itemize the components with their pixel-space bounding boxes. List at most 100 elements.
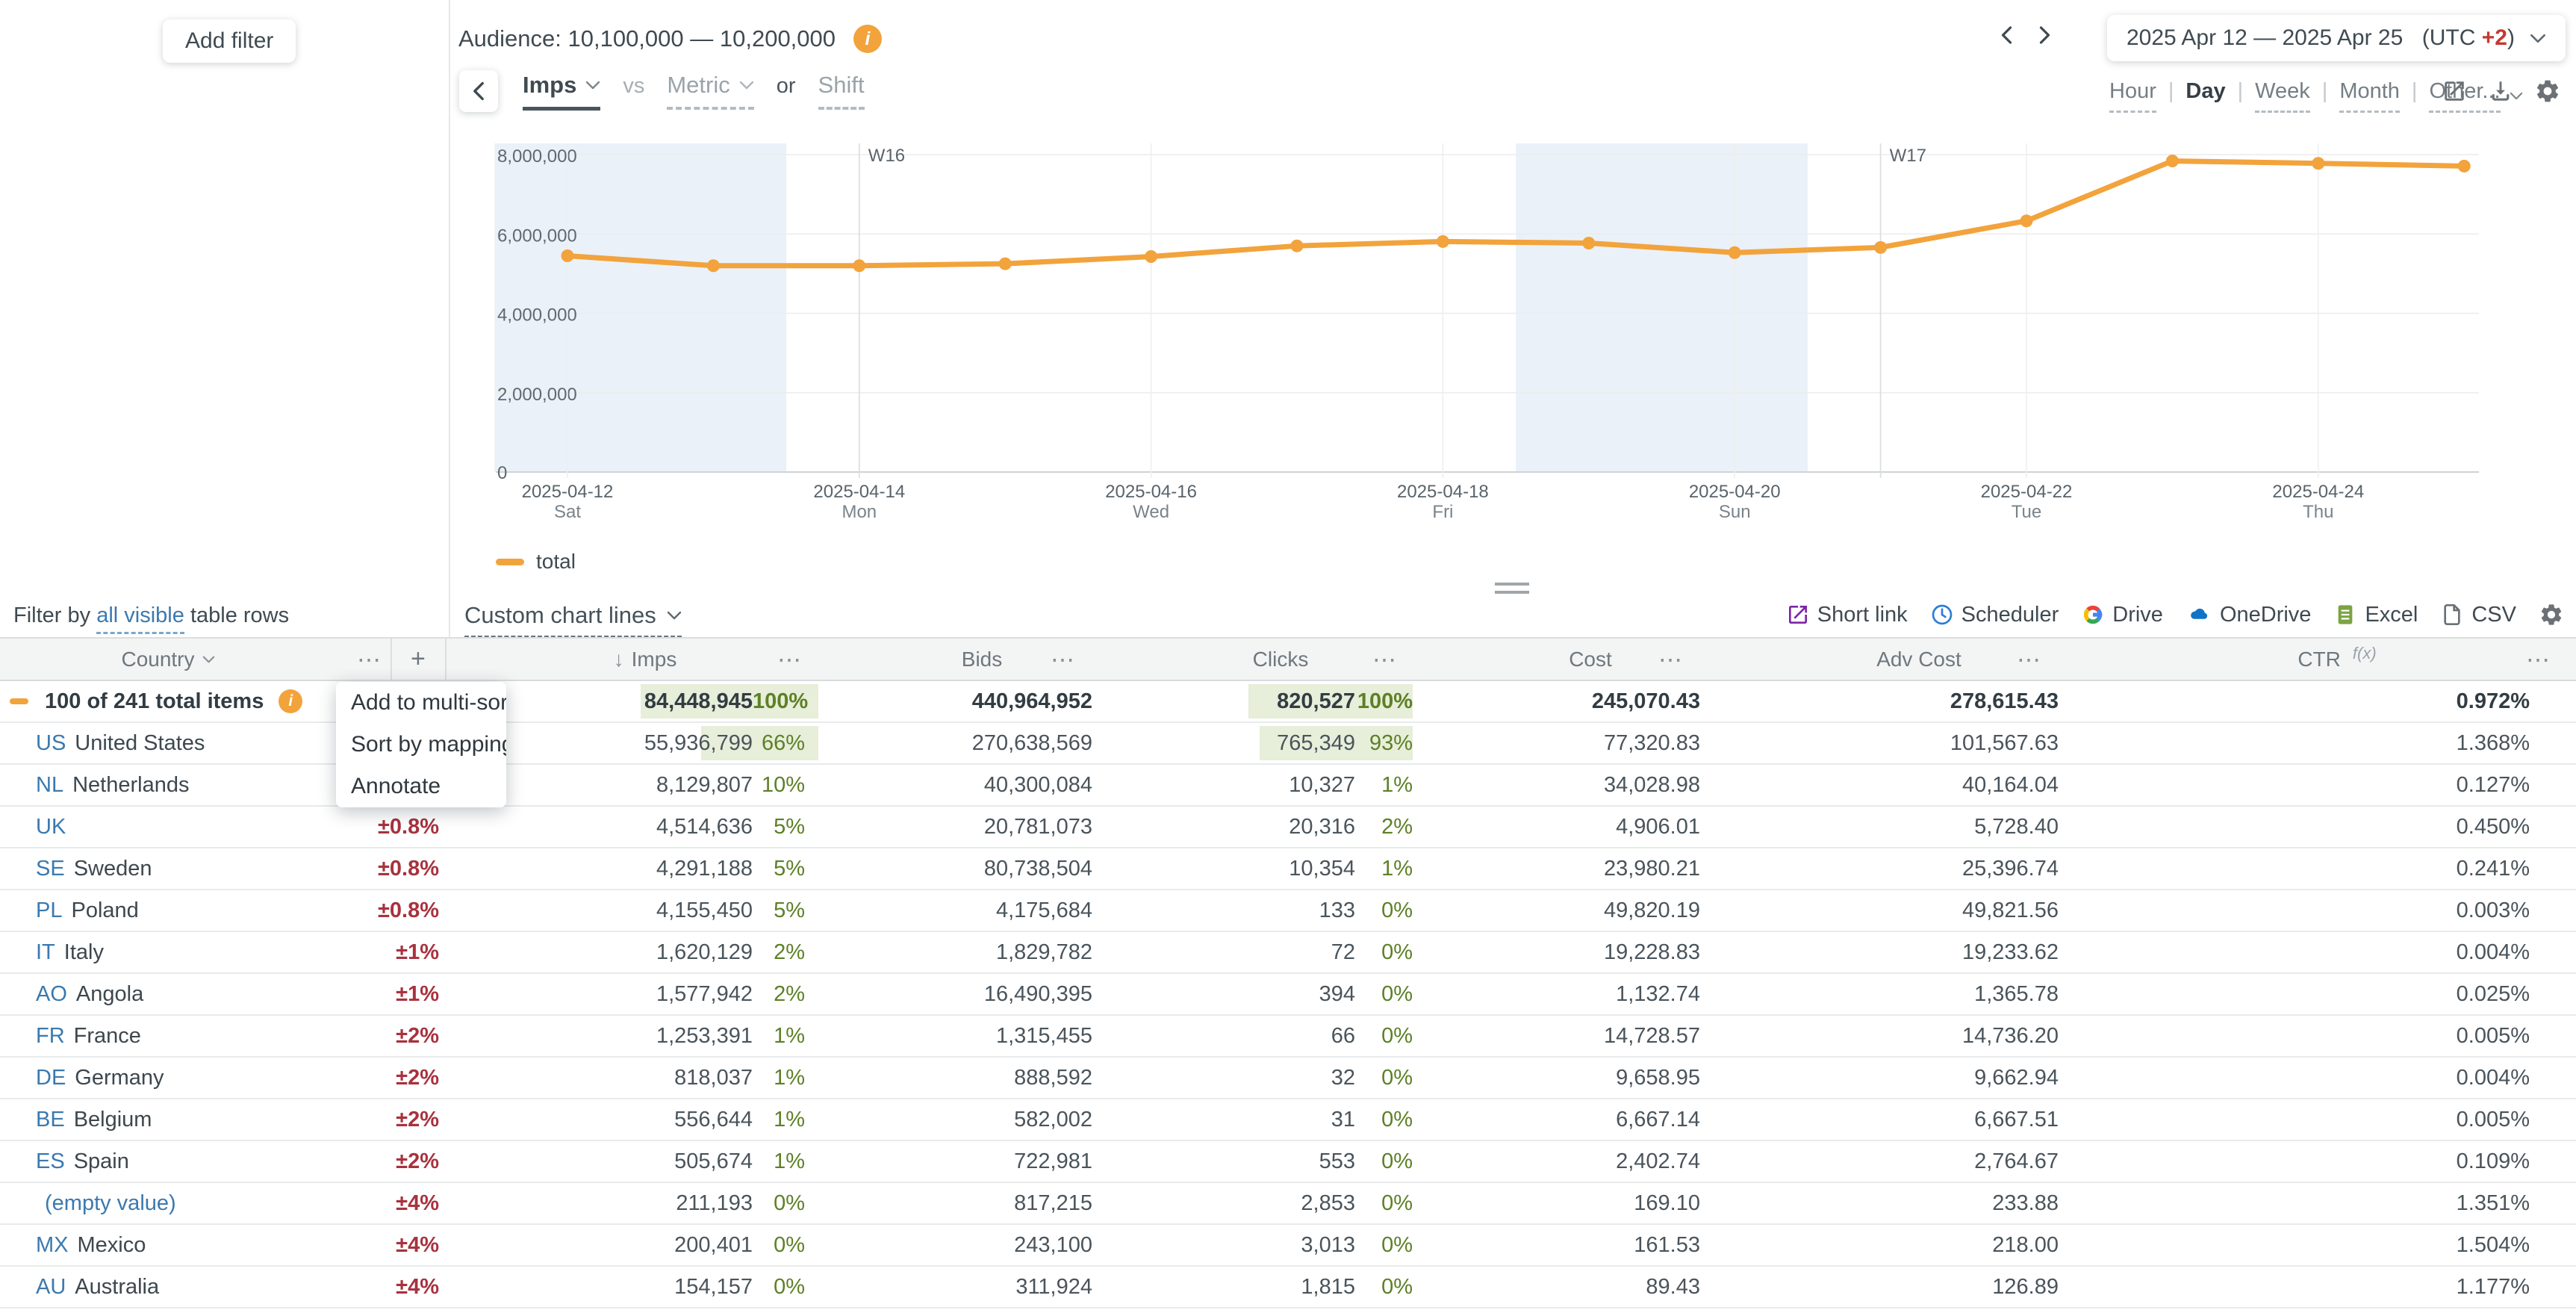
chart-resize-handle[interactable] (1495, 583, 1529, 599)
clicks-value: 133 (1319, 898, 1355, 922)
country-code-link[interactable]: AO (36, 982, 67, 1007)
add-column-button[interactable]: + (411, 645, 426, 674)
column-menu-icon[interactable]: ⋯ (1051, 645, 1076, 674)
country-code-link[interactable]: US (36, 731, 66, 756)
granularity-week[interactable]: Week (2255, 79, 2310, 113)
excel-export-button[interactable]: Excel (2333, 603, 2418, 627)
chart-point[interactable] (706, 259, 720, 273)
column-menu-icon[interactable]: ⋯ (777, 645, 803, 674)
column-header-ctr[interactable]: CTR f(x) ⋯ (2098, 639, 2576, 680)
chart-point[interactable] (2165, 155, 2179, 167)
country-code-link[interactable]: PL (36, 898, 62, 923)
table-row[interactable]: UK ±0.8% 4,514,636 5% 20,781,073 20,316 … (0, 807, 2576, 848)
country-code-link[interactable]: IT (36, 940, 55, 965)
country-code-link[interactable]: MX (36, 1233, 69, 1258)
column-header-country[interactable]: Country (0, 639, 336, 680)
table-row[interactable]: DE Germany ±2% 818,037 1% 888,592 32 0% … (0, 1058, 2576, 1099)
imps-value: 55,936,799 (644, 730, 753, 755)
table-row[interactable]: FR France ±2% 1,253,391 1% 1,315,455 66 … (0, 1016, 2576, 1058)
google-drive-button[interactable]: Drive (2081, 603, 2163, 627)
chart-point[interactable] (998, 257, 1012, 270)
bids-value: 1,829,782 (995, 940, 1092, 964)
country-code-link[interactable]: DE (36, 1066, 66, 1090)
table-row[interactable]: PL Poland ±0.8% 4,155,450 5% 4,175,684 1… (0, 890, 2576, 932)
table-row[interactable]: ES Spain ±2% 505,674 1% 722,981 553 0% 2… (0, 1141, 2576, 1183)
cost-value: 6,667.14 (1616, 1107, 1700, 1132)
chart-point[interactable] (2312, 157, 2325, 170)
add-filter-button[interactable]: Add filter (163, 19, 296, 63)
custom-chart-lines-select[interactable]: Custom chart lines (464, 602, 682, 638)
primary-metric-select[interactable]: Imps (523, 72, 601, 111)
country-code-link[interactable]: SE (36, 857, 65, 881)
country-cell: 100 of 241 total items i (0, 681, 336, 721)
chart-back-button[interactable] (459, 70, 498, 112)
clicks-share-pct: 100% (1357, 689, 1413, 713)
scheduler-button[interactable]: Scheduler (1930, 603, 2059, 627)
country-code-link[interactable]: NL (36, 773, 63, 798)
chart-point[interactable] (2457, 159, 2471, 173)
adv-cost-value: 49,821.56 (1961, 898, 2059, 922)
bids-value: 243,100 (1014, 1232, 1092, 1257)
impressions-line-chart[interactable]: 8,000,000 6,000,000 4,000,000 2,000,000 0 202… (449, 112, 2576, 597)
compare-metric-select[interactable]: Metric (667, 72, 754, 110)
column-header-adv-cost[interactable]: Adv Cost ⋯ (1740, 639, 2098, 680)
csv-export-button[interactable]: CSV (2440, 603, 2516, 627)
chart-point[interactable] (2020, 214, 2033, 228)
chart-point[interactable] (1145, 250, 1158, 264)
column-menu-icon[interactable]: ⋯ (2526, 645, 2551, 674)
country-code-link[interactable]: FR (36, 1024, 65, 1049)
menu-item-sort-by-mapping[interactable]: Sort by mapping (336, 724, 506, 766)
country-code-link[interactable]: BE (36, 1108, 65, 1132)
column-header-cost[interactable]: Cost ⋯ (1441, 639, 1740, 680)
menu-item-annotate[interactable]: Annotate (336, 766, 506, 807)
gear-icon[interactable] (2534, 78, 2561, 105)
imps-cell: 1,620,129 2% (447, 932, 844, 972)
ctr-value: 0.004% (2456, 1065, 2530, 1090)
granularity-hour[interactable]: Hour (2109, 79, 2156, 113)
table-row[interactable]: AU Australia ±4% 154,157 0% 311,924 1,81… (0, 1267, 2576, 1309)
column-header-imps[interactable]: ↓ Imps ⋯ (447, 639, 844, 680)
chart-point[interactable] (1874, 240, 1888, 254)
short-link-button[interactable]: Short link (1786, 603, 1908, 627)
previous-period-button[interactable] (2001, 25, 2012, 45)
menu-item-add-to-multi-sort[interactable]: Add to multi-sort (336, 682, 506, 724)
column-header-clicks[interactable]: Clicks ⋯ (1120, 639, 1441, 680)
country-code-link[interactable]: AU (36, 1275, 66, 1300)
date-range-picker[interactable]: 2025 Apr 12 — 2025 Apr 25 (UTC +2) (2107, 15, 2566, 61)
column-menu-icon[interactable]: ⋯ (357, 645, 382, 674)
granularity-day[interactable]: Day (2185, 79, 2225, 111)
audience-summary: Audience: 10,100,000 — 10,200,000 i (458, 25, 883, 53)
chart-legend[interactable]: total (496, 550, 576, 574)
column-menu-icon[interactable]: ⋯ (2017, 645, 2042, 674)
clicks-share-pct: 1% (1381, 856, 1413, 881)
table-row[interactable]: MX Mexico ±4% 200,401 0% 243,100 3,013 0… (0, 1225, 2576, 1267)
chart-point[interactable] (853, 259, 866, 273)
chart-point[interactable] (561, 249, 574, 262)
table-row[interactable]: AO Angola ±1% 1,577,942 2% 16,490,395 39… (0, 974, 2576, 1016)
country-code-link[interactable]: ES (36, 1149, 65, 1174)
chart-point[interactable] (1582, 236, 1596, 249)
table-row[interactable]: BE Belgium ±2% 556,644 1% 582,002 31 0% … (0, 1099, 2576, 1141)
chart-point[interactable] (1290, 239, 1304, 252)
imps-share-pct: 1% (774, 1107, 805, 1132)
chart-point[interactable] (1728, 246, 1741, 259)
column-header-bids[interactable]: Bids ⋯ (844, 639, 1120, 680)
granularity-month[interactable]: Month (2339, 79, 2400, 113)
table-row[interactable]: (empty value) ±4% 211,193 0% 817,215 2,8… (0, 1183, 2576, 1225)
download-icon[interactable] (2488, 78, 2513, 104)
info-icon[interactable]: i (853, 25, 883, 53)
table-row[interactable]: IT Italy ±1% 1,620,129 2% 1,829,782 72 0… (0, 932, 2576, 974)
all-visible-link[interactable]: all visible (96, 603, 184, 634)
onedrive-button[interactable]: OneDrive (2185, 603, 2311, 627)
column-menu-icon[interactable]: ⋯ (1372, 645, 1398, 674)
column-menu-icon[interactable]: ⋯ (1658, 645, 1684, 674)
next-period-button[interactable] (2039, 25, 2050, 45)
ctr-value: 0.003% (2456, 898, 2530, 922)
shift-select[interactable]: Shift (818, 72, 865, 110)
chart-point[interactable] (1436, 235, 1449, 248)
country-code-link[interactable]: UK (36, 815, 66, 839)
table-settings-gear-icon[interactable] (2539, 602, 2564, 627)
open-in-new-icon[interactable] (2442, 78, 2467, 104)
table-row[interactable]: SE Sweden ±0.8% 4,291,188 5% 80,738,504 … (0, 848, 2576, 890)
info-icon[interactable]: i (279, 689, 303, 713)
